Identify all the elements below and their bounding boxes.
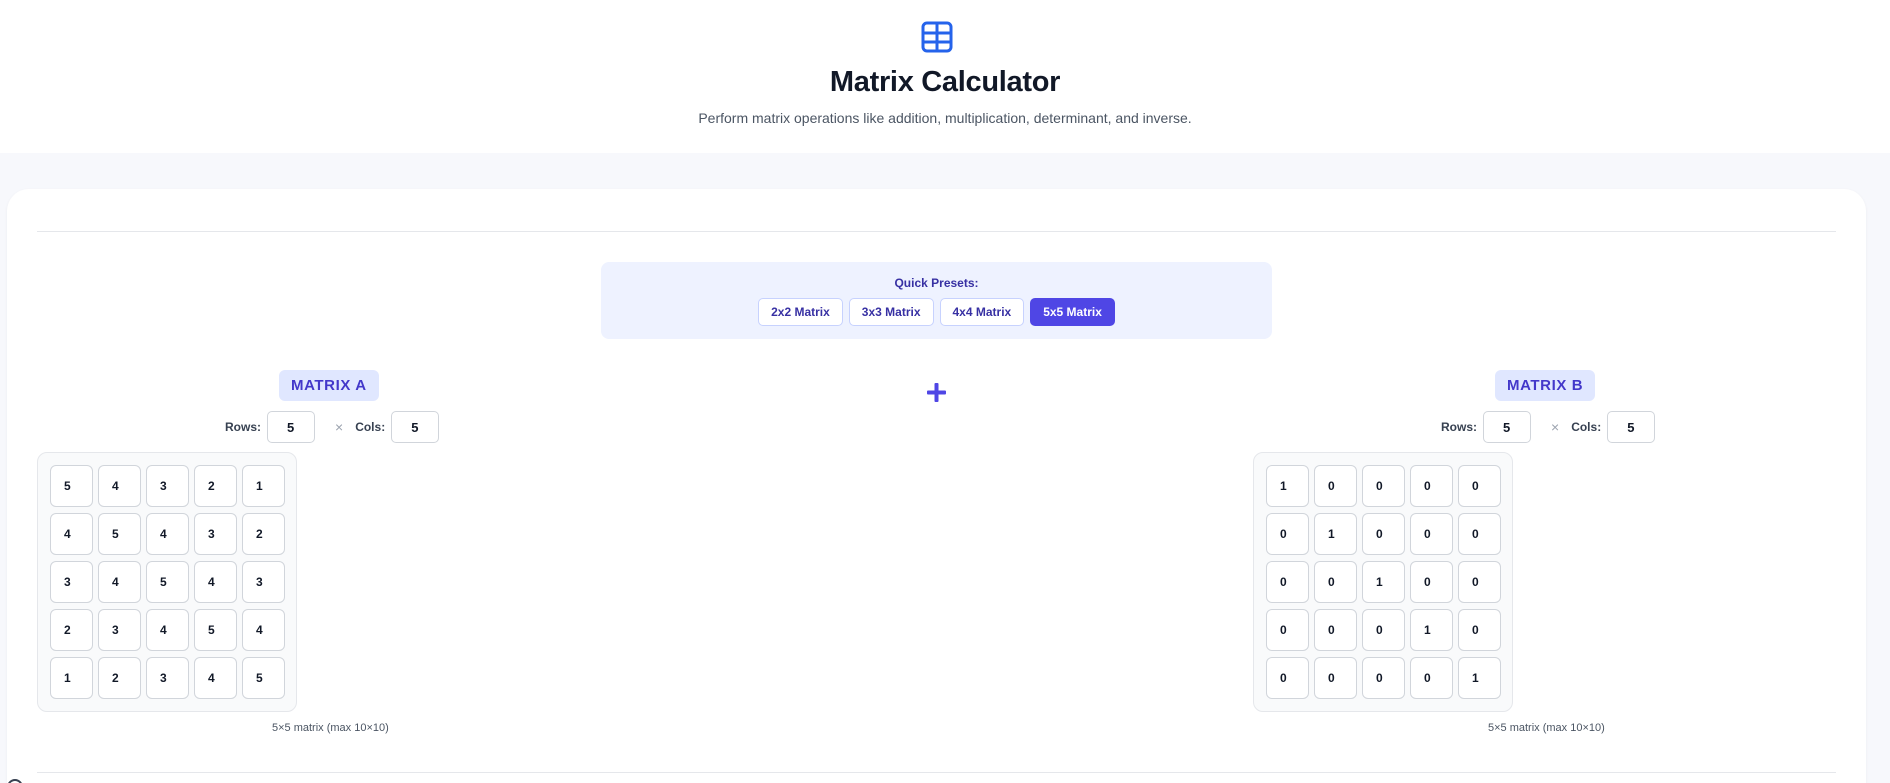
matrix-b-grid xyxy=(1253,452,1513,712)
times-icon: × xyxy=(335,419,344,435)
matrix-cell-input[interactable] xyxy=(194,609,237,651)
matrix-cell-input[interactable] xyxy=(1458,465,1501,507)
matrix-cell-input[interactable] xyxy=(146,609,189,651)
matrix-cell-input[interactable] xyxy=(1458,609,1501,651)
bottom-divider xyxy=(37,772,1836,773)
matrix-cell-input[interactable] xyxy=(1458,513,1501,555)
matrix-cell-input[interactable] xyxy=(1314,657,1357,699)
matrix-cell-input[interactable] xyxy=(242,465,285,507)
matrix-a-dimensions: Rows: × Cols: xyxy=(225,411,440,443)
matrix-cell-input[interactable] xyxy=(98,513,141,555)
matrix-cell-input[interactable] xyxy=(194,465,237,507)
matrix-b-dimensions: Rows: × Cols: xyxy=(1441,411,1656,443)
matrix-cell-input[interactable] xyxy=(1362,609,1405,651)
matrix-cell-input[interactable] xyxy=(146,561,189,603)
matrix-b-size-note: 5×5 matrix (max 10×10) xyxy=(1488,722,1605,734)
matrix-b-cols-label: Cols: xyxy=(1571,420,1602,434)
top-divider xyxy=(37,231,1836,232)
matrix-b-rows-label: Rows: xyxy=(1441,420,1477,434)
matrix-a-grid xyxy=(37,452,297,712)
matrix-cell-input[interactable] xyxy=(194,561,237,603)
matrix-cell-input[interactable] xyxy=(1458,561,1501,603)
page-title: Matrix Calculator xyxy=(829,66,1061,98)
matrix-cell-input[interactable] xyxy=(98,609,141,651)
matrix-a-size-note: 5×5 matrix (max 10×10) xyxy=(272,722,389,734)
matrix-cell-input[interactable] xyxy=(1362,561,1405,603)
matrix-cell-input[interactable] xyxy=(1314,465,1357,507)
quick-presets-label: Quick Presets: xyxy=(894,276,979,290)
matrix-cell-input[interactable] xyxy=(1266,657,1309,699)
plus-icon xyxy=(927,383,946,402)
matrix-cell-input[interactable] xyxy=(146,465,189,507)
matrix-cell-input[interactable] xyxy=(1410,465,1453,507)
matrix-a-cols-label: Cols: xyxy=(355,420,386,434)
preset-button-row: 2x2 Matrix 3x3 Matrix 4x4 Matrix 5x5 Mat… xyxy=(601,298,1272,326)
matrix-cell-input[interactable] xyxy=(1266,609,1309,651)
table-icon xyxy=(921,21,953,53)
preset-5x5-button[interactable]: 5x5 Matrix xyxy=(1030,298,1115,326)
matrix-cell-input[interactable] xyxy=(1458,657,1501,699)
matrix-cell-input[interactable] xyxy=(194,513,237,555)
quick-presets-panel: Quick Presets: 2x2 Matrix 3x3 Matrix 4x4… xyxy=(601,262,1272,339)
matrix-cell-input[interactable] xyxy=(98,561,141,603)
preset-3x3-button[interactable]: 3x3 Matrix xyxy=(848,298,934,326)
matrix-cell-input[interactable] xyxy=(50,513,93,555)
matrix-cell-input[interactable] xyxy=(1362,465,1405,507)
matrix-cell-input[interactable] xyxy=(1362,513,1405,555)
matrix-cell-input[interactable] xyxy=(1314,609,1357,651)
matrix-b-title: MATRIX B xyxy=(1495,370,1596,401)
matrix-cell-input[interactable] xyxy=(242,609,285,651)
matrix-cell-input[interactable] xyxy=(242,657,285,699)
matrix-a-title: MATRIX A xyxy=(279,370,379,401)
matrix-a-rows-input[interactable] xyxy=(267,411,315,443)
matrix-cell-input[interactable] xyxy=(98,657,141,699)
matrix-cell-input[interactable] xyxy=(98,465,141,507)
preset-2x2-button[interactable]: 2x2 Matrix xyxy=(758,298,843,326)
matrix-cell-input[interactable] xyxy=(50,561,93,603)
matrix-cell-input[interactable] xyxy=(242,561,285,603)
matrix-cell-input[interactable] xyxy=(50,657,93,699)
matrix-cell-input[interactable] xyxy=(146,513,189,555)
matrix-cell-input[interactable] xyxy=(1266,513,1309,555)
matrix-cell-input[interactable] xyxy=(1410,609,1453,651)
page-header: Matrix Calculator Perform matrix operati… xyxy=(0,0,1890,153)
matrix-cell-input[interactable] xyxy=(1410,657,1453,699)
matrix-cell-input[interactable] xyxy=(1314,513,1357,555)
matrix-cell-input[interactable] xyxy=(194,657,237,699)
matrix-cell-input[interactable] xyxy=(242,513,285,555)
matrix-a-rows-label: Rows: xyxy=(225,420,261,434)
matrix-b-cols-input[interactable] xyxy=(1607,411,1656,443)
page-subtitle: Perform matrix operations like addition,… xyxy=(698,110,1192,126)
matrix-cell-input[interactable] xyxy=(146,657,189,699)
matrix-cell-input[interactable] xyxy=(1410,561,1453,603)
matrix-b-rows-input[interactable] xyxy=(1483,411,1531,443)
matrix-cell-input[interactable] xyxy=(50,465,93,507)
matrix-cell-input[interactable] xyxy=(1410,513,1453,555)
matrix-cell-input[interactable] xyxy=(50,609,93,651)
matrix-cell-input[interactable] xyxy=(1362,657,1405,699)
matrix-cell-input[interactable] xyxy=(1314,561,1357,603)
matrix-a-cols-input[interactable] xyxy=(391,411,440,443)
preset-4x4-button[interactable]: 4x4 Matrix xyxy=(939,298,1025,326)
matrix-cell-input[interactable] xyxy=(1266,465,1309,507)
matrix-cell-input[interactable] xyxy=(1266,561,1309,603)
times-icon: × xyxy=(1551,419,1560,435)
